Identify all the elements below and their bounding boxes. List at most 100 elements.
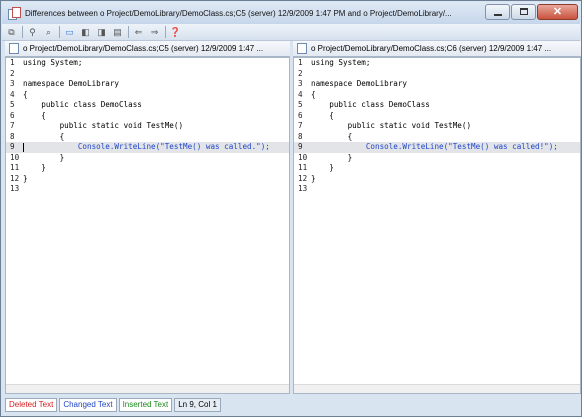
- line-code: }: [23, 163, 46, 172]
- line-code: Console.WriteLine("TestMe() was called!"…: [311, 142, 558, 151]
- line-code: public class DemoClass: [23, 100, 142, 109]
- line-number: 3: [10, 79, 15, 88]
- code-line[interactable]: 11 }: [6, 163, 289, 174]
- code-line[interactable]: 12}: [294, 174, 580, 185]
- right-file-label: o Project/DemoLibrary/DemoClass.cs;C6 (s…: [311, 44, 552, 53]
- line-number: 12: [10, 173, 20, 183]
- line-number: 11: [10, 163, 20, 172]
- close-button[interactable]: ✕: [537, 4, 578, 20]
- diff-app-icon: [8, 7, 21, 20]
- minimize-button[interactable]: [485, 4, 510, 20]
- help-icon[interactable]: ❓: [169, 26, 182, 39]
- line-number: 11: [298, 163, 308, 172]
- line-number: 9: [10, 142, 15, 151]
- back-icon[interactable]: ⇐: [132, 26, 145, 39]
- status-bar: Deleted Text Changed Text Inserted Text …: [5, 397, 223, 412]
- line-code: }: [23, 152, 65, 162]
- line-code: }: [23, 173, 28, 183]
- line-number: 13: [298, 184, 308, 193]
- code-line[interactable]: 4{: [294, 90, 580, 101]
- inserted-text-legend: Inserted Text: [118, 397, 173, 412]
- line-number: 13: [10, 184, 20, 193]
- line-number: 10: [298, 152, 308, 162]
- maximize-icon: [520, 8, 528, 15]
- line-number: 6: [10, 110, 15, 120]
- line-number: 1: [298, 58, 303, 67]
- toolbar-separator: [59, 26, 60, 38]
- line-number: 7: [10, 121, 15, 130]
- diff-window: Differences between o Project/DemoLibrar…: [0, 0, 582, 417]
- code-line[interactable]: 6 {: [294, 111, 580, 122]
- code-line[interactable]: 5 public class DemoClass: [6, 100, 289, 111]
- line-code: namespace DemoLibrary: [311, 79, 408, 88]
- line-number: 8: [10, 131, 15, 141]
- line-code: public class DemoClass: [311, 100, 430, 109]
- copy-icon[interactable]: ⧉: [5, 26, 18, 39]
- code-line[interactable]: 12}: [6, 174, 289, 185]
- line-code: {: [311, 131, 353, 141]
- find-next-icon[interactable]: ⌕: [42, 26, 55, 39]
- left-code-pane[interactable]: 1 using System; 2 3 namespace DemoLibrary 4{5…: [5, 57, 290, 394]
- code-line[interactable]: 7 public static void TestMe(): [6, 121, 289, 132]
- code-line[interactable]: 11 }: [294, 163, 580, 174]
- code-line[interactable]: 1 using System;: [6, 58, 289, 69]
- code-line[interactable]: 4{: [6, 90, 289, 101]
- text-caret: [23, 143, 24, 152]
- minimize-icon: [494, 14, 502, 16]
- next-difference-icon[interactable]: ◨: [95, 26, 108, 39]
- line-code: Console.WriteLine("TestMe() was called."…: [23, 142, 270, 151]
- line-code: }: [311, 152, 353, 162]
- find-icon[interactable]: ⚲: [26, 26, 39, 39]
- code-line[interactable]: 8 {: [6, 132, 289, 143]
- line-code: public static void TestMe(): [23, 121, 184, 130]
- line-number: 4: [10, 89, 15, 99]
- code-line[interactable]: 2: [294, 69, 580, 80]
- line-number: 5: [298, 100, 303, 109]
- line-code: }: [311, 163, 334, 172]
- toolbar: ⧉ ⚲ ⌕ ▭ ◧ ◨ ▤ ⇐ ⇒ ❓: [2, 24, 580, 41]
- horizontal-scrollbar[interactable]: [6, 384, 289, 393]
- right-pane-header: o Project/DemoLibrary/DemoClass.cs;C6 (s…: [293, 41, 581, 57]
- title-bar[interactable]: Differences between o Project/DemoLibrar…: [2, 2, 580, 24]
- line-code: {: [23, 110, 46, 120]
- line-number: 1: [10, 58, 15, 67]
- code-line[interactable]: 6 {: [6, 111, 289, 122]
- right-code-pane[interactable]: 1 using System; 2 3 namespace DemoLibrary 4{5…: [293, 57, 581, 394]
- line-number: 4: [298, 89, 303, 99]
- line-number: 10: [10, 152, 20, 162]
- forward-icon[interactable]: ⇒: [148, 26, 161, 39]
- caption-buttons: ✕: [484, 4, 578, 20]
- toolbar-separator: [128, 26, 129, 38]
- compare-icon[interactable]: ▭: [63, 26, 76, 39]
- file-icon: [297, 43, 307, 54]
- code-line[interactable]: 1 using System;: [294, 58, 580, 69]
- line-number: 12: [298, 173, 308, 183]
- deleted-text-legend: Deleted Text: [5, 397, 58, 412]
- left-file-label: o Project/DemoLibrary/DemoClass.cs;C5 (s…: [23, 44, 264, 53]
- code-line[interactable]: 8 {: [294, 132, 580, 143]
- code-line[interactable]: 13: [6, 184, 289, 195]
- line-code: public static void TestMe(): [311, 121, 472, 130]
- cursor-position: Ln 9, Col 1: [174, 397, 221, 412]
- horizontal-scrollbar[interactable]: [294, 384, 580, 393]
- code-line[interactable]: 10 }: [6, 153, 289, 164]
- maximize-button[interactable]: [511, 4, 536, 20]
- line-number: 9: [298, 142, 303, 151]
- code-line[interactable]: 7 public static void TestMe(): [294, 121, 580, 132]
- code-line[interactable]: 2: [6, 69, 289, 80]
- line-number: 5: [10, 100, 15, 109]
- left-pane-header: o Project/DemoLibrary/DemoClass.cs;C5 (s…: [5, 41, 290, 57]
- changed-code-line[interactable]: 9 Console.WriteLine("TestMe() was called…: [6, 142, 289, 153]
- line-number: 8: [298, 131, 303, 141]
- previous-difference-icon[interactable]: ◧: [79, 26, 92, 39]
- code-line[interactable]: 13: [294, 184, 580, 195]
- line-code: {: [311, 110, 334, 120]
- changed-code-line[interactable]: 9 Console.WriteLine("TestMe() was called…: [294, 142, 580, 153]
- comment-icon[interactable]: ▤: [111, 26, 124, 39]
- line-number: 7: [298, 121, 303, 130]
- code-line[interactable]: 10 }: [294, 153, 580, 164]
- code-line[interactable]: 5 public class DemoClass: [294, 100, 580, 111]
- line-number: 3: [298, 79, 303, 88]
- code-line[interactable]: 3 namespace DemoLibrary: [294, 79, 580, 90]
- code-line[interactable]: 3 namespace DemoLibrary: [6, 79, 289, 90]
